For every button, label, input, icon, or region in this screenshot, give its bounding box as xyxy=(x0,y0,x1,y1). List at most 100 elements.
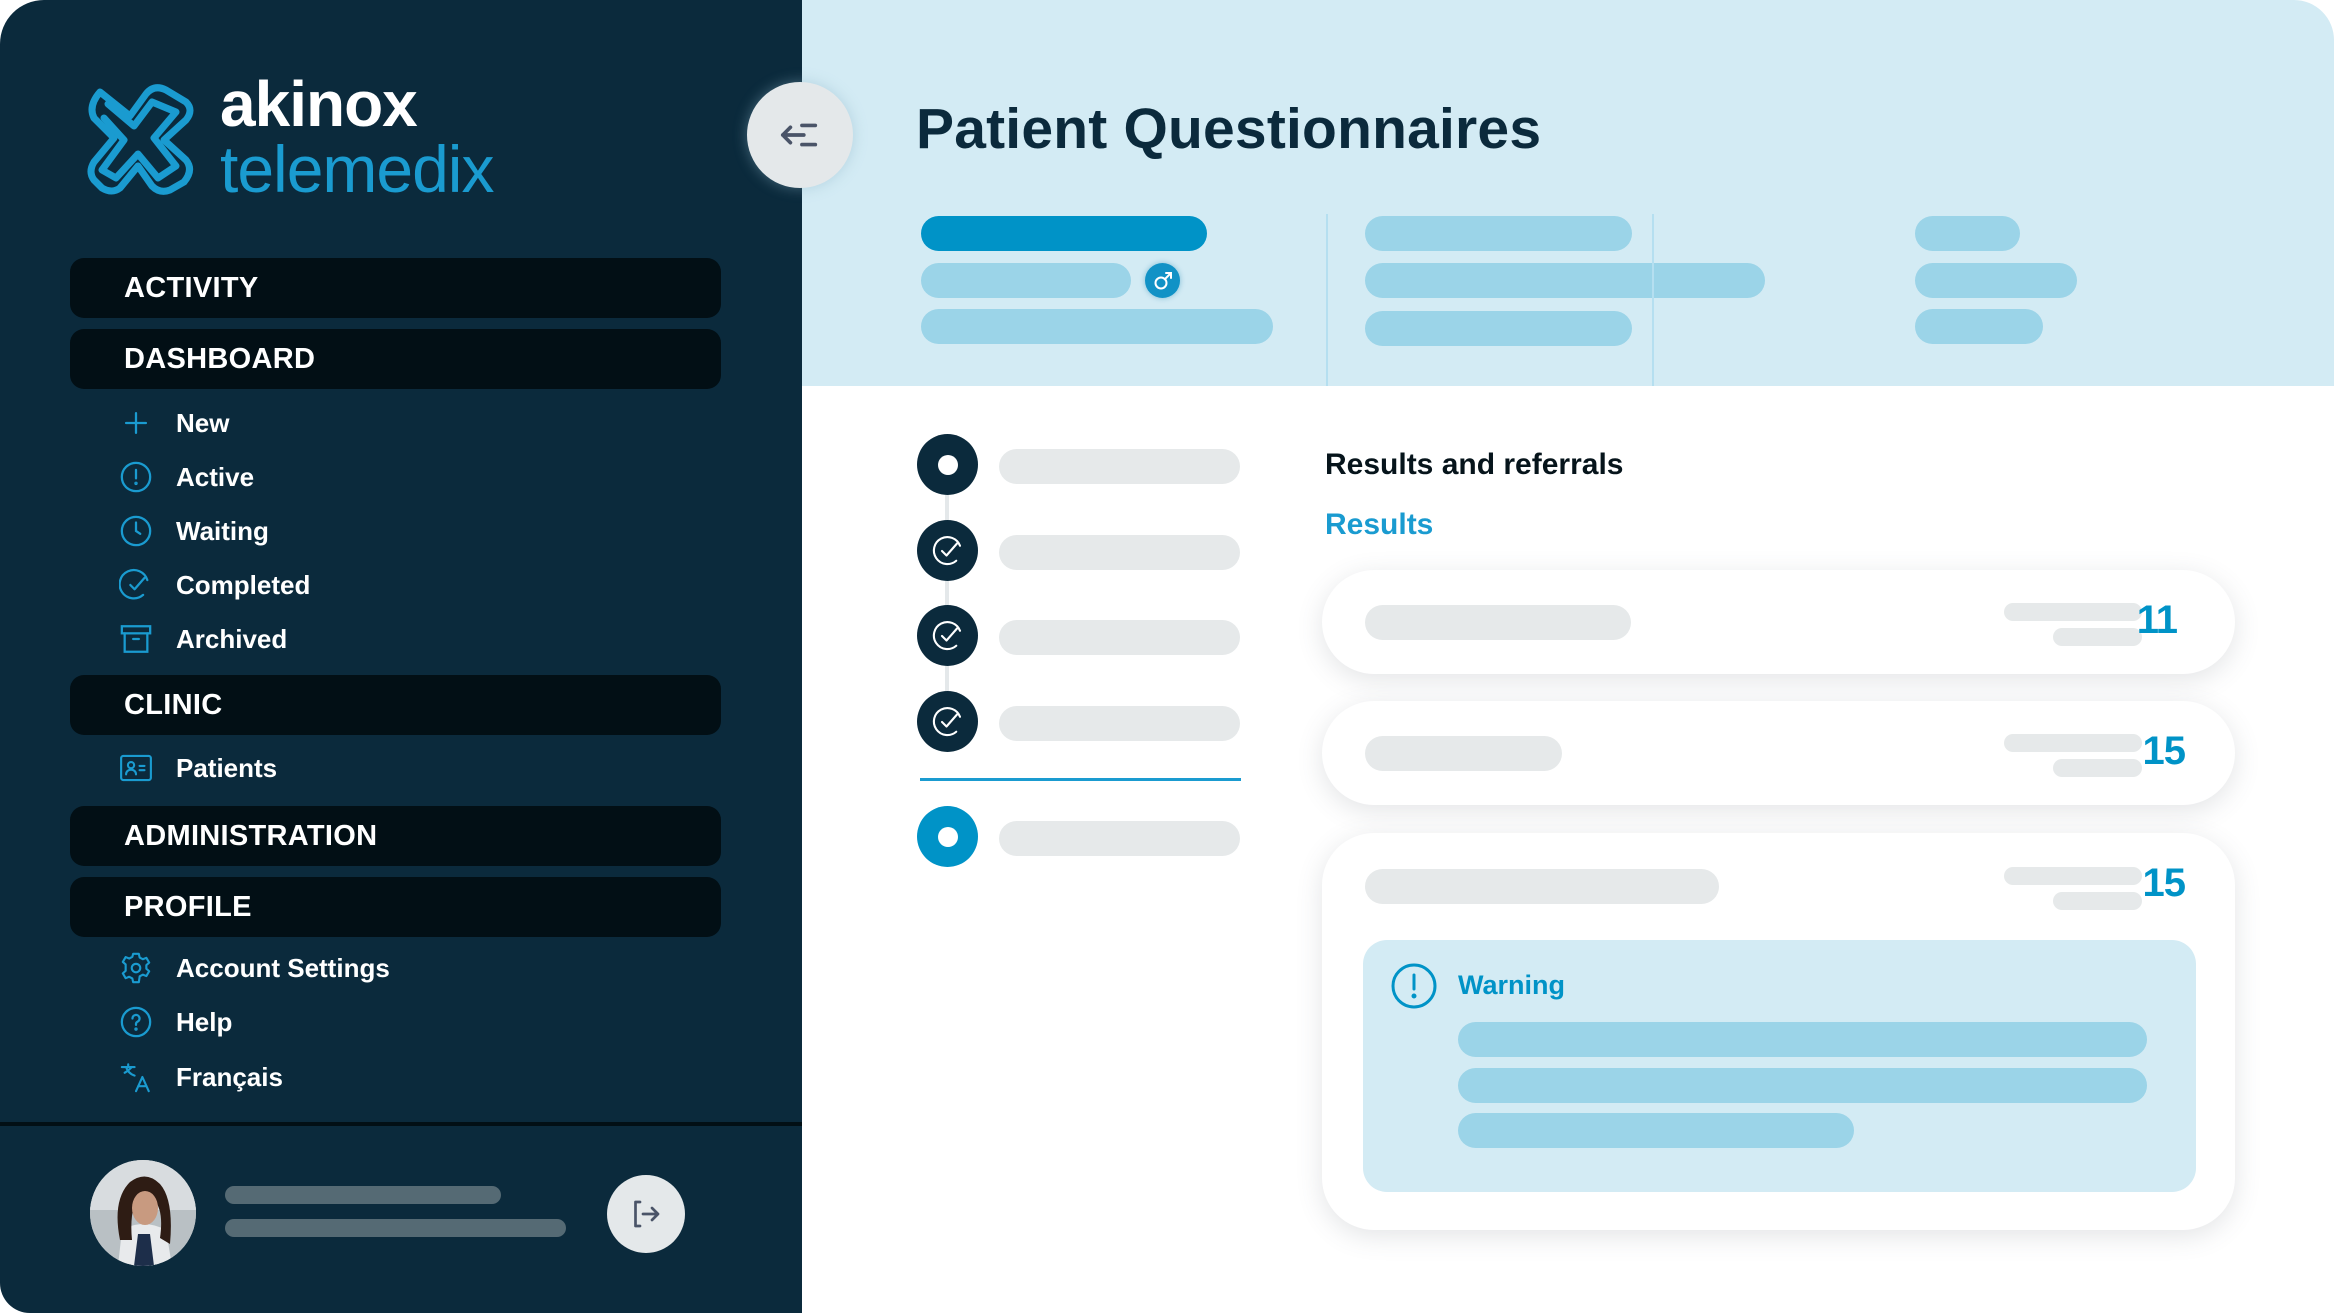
result-card[interactable]: 11 xyxy=(1322,570,2235,674)
section-label: PROFILE xyxy=(124,890,252,923)
sidebar-item-label: Completed xyxy=(176,569,311,600)
step-2[interactable] xyxy=(917,520,978,581)
results-section-title: Results and referrals xyxy=(1325,448,1624,481)
step-4[interactable] xyxy=(917,691,978,752)
help-circle-icon xyxy=(116,1002,156,1042)
patient-field-placeholder xyxy=(1365,216,1632,251)
warning-panel: Warning xyxy=(1363,940,2196,1192)
patient-field-placeholder xyxy=(1365,263,1765,298)
sidebar-item-active[interactable]: Active xyxy=(116,455,254,499)
result-label-placeholder xyxy=(1365,869,1719,904)
patient-field-placeholder xyxy=(1915,216,2020,251)
section-profile[interactable]: PROFILE xyxy=(70,877,721,937)
sidebar-divider xyxy=(0,1122,802,1126)
sidebar-item-label: Patients xyxy=(176,752,278,783)
sidebar-item-help[interactable]: Help xyxy=(116,1000,232,1044)
result-card-with-warning[interactable]: 15 Warning xyxy=(1322,833,2235,1230)
result-meta-placeholder xyxy=(2053,759,2142,777)
section-dashboard[interactable]: DASHBOARD xyxy=(70,329,721,389)
patient-field-placeholder xyxy=(1365,311,1632,346)
brand-name-telemedix: telemedix xyxy=(220,132,494,206)
sidebar: akinox telemedix ACTIVITY DASHBOARD New … xyxy=(0,0,802,1313)
sidebar-item-label: Waiting xyxy=(176,515,269,546)
step-label-placeholder xyxy=(999,449,1240,484)
sidebar-item-label: Français xyxy=(176,1061,283,1092)
translate-icon xyxy=(116,1057,156,1097)
sidebar-item-new[interactable]: New xyxy=(116,401,229,445)
archive-box-icon xyxy=(116,619,156,659)
step-label-placeholder xyxy=(999,535,1240,570)
warning-text-placeholder xyxy=(1458,1068,2147,1103)
result-score: 15 xyxy=(2142,729,2186,773)
results-subtitle: Results xyxy=(1325,508,1434,541)
sidebar-item-patients[interactable]: Patients xyxy=(116,746,277,790)
sidebar-item-label: Account Settings xyxy=(176,952,390,983)
section-label: ACTIVITY xyxy=(124,271,259,304)
header-divider xyxy=(1652,214,1654,386)
result-label-placeholder xyxy=(1365,605,1631,640)
sidebar-item-label: Active xyxy=(176,461,255,492)
check-circle-icon xyxy=(932,706,961,736)
patient-field-placeholder xyxy=(1915,263,2077,298)
result-meta-placeholder xyxy=(2004,734,2142,752)
step-label-placeholder xyxy=(999,821,1240,856)
header-divider xyxy=(1326,214,1328,386)
user-name-placeholder xyxy=(225,1186,501,1204)
result-score: 15 xyxy=(2142,861,2186,905)
sidebar-item-language[interactable]: Français xyxy=(116,1055,283,1099)
result-meta-placeholder xyxy=(2053,628,2142,646)
warning-label: Warning xyxy=(1458,970,1565,1000)
step-results-current[interactable] xyxy=(917,806,978,867)
section-label: CLINIC xyxy=(124,688,223,721)
warning-text-placeholder xyxy=(1458,1022,2147,1057)
section-label: DASHBOARD xyxy=(124,342,316,375)
sidebar-item-account-settings[interactable]: Account Settings xyxy=(116,946,390,990)
patient-info-placeholder xyxy=(921,263,1131,298)
step-dot-icon xyxy=(937,454,958,475)
clock-icon xyxy=(116,511,156,551)
result-label-placeholder xyxy=(1365,736,1562,771)
step-label-placeholder xyxy=(999,706,1240,741)
user-role-placeholder xyxy=(225,1219,566,1237)
warning-alert-icon xyxy=(1391,963,1437,1009)
sidebar-item-archived[interactable]: Archived xyxy=(116,617,287,661)
section-label: ADMINISTRATION xyxy=(124,819,378,852)
warning-text-placeholder xyxy=(1458,1113,1854,1148)
avatar[interactable] xyxy=(90,1160,196,1266)
avatar-photo-icon xyxy=(90,1160,196,1266)
patient-info-placeholder xyxy=(921,309,1273,344)
logout-icon xyxy=(634,1200,660,1228)
alert-circle-icon xyxy=(116,457,156,497)
result-card[interactable]: 15 xyxy=(1322,701,2235,805)
plus-icon xyxy=(116,403,156,443)
step-1[interactable] xyxy=(917,434,978,495)
brand-name-akinox: akinox xyxy=(220,68,418,140)
collapse-menu-icon xyxy=(780,123,818,147)
gender-badge xyxy=(1145,263,1180,298)
section-clinic[interactable]: CLINIC xyxy=(70,675,721,735)
check-circle-icon xyxy=(932,535,961,565)
akinox-logo-icon xyxy=(87,84,194,195)
sidebar-item-label: Help xyxy=(176,1006,233,1037)
patient-field-placeholder xyxy=(1915,309,2043,344)
check-circle-icon xyxy=(932,620,961,650)
section-administration[interactable]: ADMINISTRATION xyxy=(70,806,721,866)
check-circle-icon xyxy=(116,565,156,605)
gear-icon xyxy=(116,948,156,988)
stepper-separator xyxy=(920,778,1241,781)
logout-button[interactable] xyxy=(607,1175,685,1253)
step-3[interactable] xyxy=(917,605,978,666)
result-meta-placeholder xyxy=(2004,603,2142,621)
result-meta-placeholder xyxy=(2053,892,2142,910)
patient-card-icon xyxy=(116,748,156,788)
sidebar-item-waiting[interactable]: Waiting xyxy=(116,509,269,553)
sidebar-item-label: Archived xyxy=(176,623,288,654)
step-dot-icon xyxy=(937,826,958,847)
male-symbol-icon xyxy=(1154,271,1172,289)
result-meta-placeholder xyxy=(2004,867,2142,885)
section-activity[interactable]: ACTIVITY xyxy=(70,258,721,318)
sidebar-item-label: New xyxy=(176,407,230,438)
page-title: Patient Questionnaires xyxy=(916,97,1542,161)
sidebar-item-completed[interactable]: Completed xyxy=(116,563,310,607)
collapse-sidebar-button[interactable] xyxy=(747,82,853,188)
